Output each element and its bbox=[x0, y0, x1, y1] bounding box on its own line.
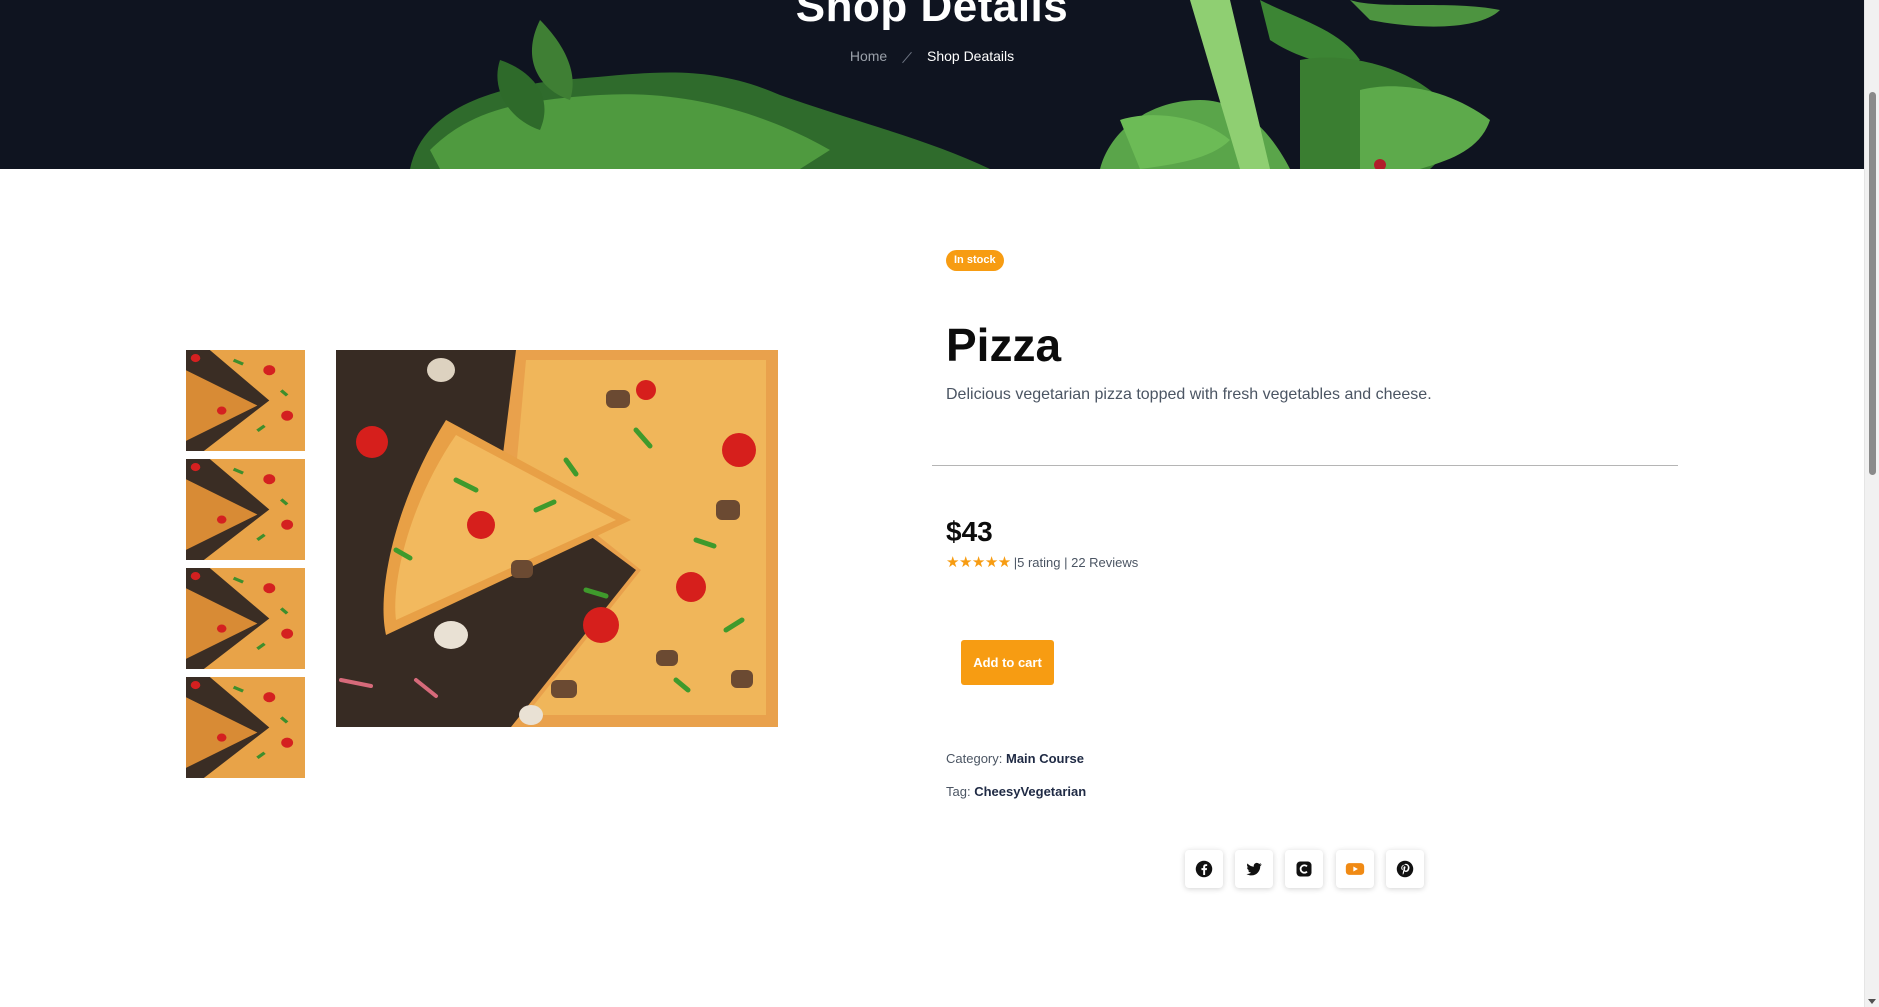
twitter-icon bbox=[1246, 862, 1262, 876]
gallery-thumbnail-2[interactable] bbox=[186, 459, 305, 560]
pinterest-icon bbox=[1396, 860, 1414, 878]
scrollbar-thumb[interactable] bbox=[1869, 92, 1876, 475]
category-row: Category: Main Course bbox=[946, 751, 1084, 766]
product-price: $43 bbox=[946, 516, 993, 547]
rating-row: ★★★★★ |5 rating | 22 Reviews bbox=[946, 553, 1138, 571]
gallery-thumbnail-3[interactable] bbox=[186, 568, 305, 669]
instagram-button[interactable] bbox=[1285, 850, 1323, 888]
page-scrollbar[interactable] bbox=[1864, 0, 1879, 1007]
pizza-thumb-image bbox=[186, 677, 305, 778]
facebook-button[interactable] bbox=[1185, 850, 1223, 888]
add-to-cart-button[interactable]: Add to cart bbox=[961, 640, 1054, 685]
twitter-button[interactable] bbox=[1235, 850, 1273, 888]
tag-row: Tag: CheesyVegetarian bbox=[946, 784, 1086, 799]
pizza-thumb-image bbox=[186, 568, 305, 669]
breadcrumb: Home Shop Deatails bbox=[0, 48, 1864, 64]
star-rating-icons: ★★★★★ bbox=[946, 554, 1011, 571]
page-title: Shop Details bbox=[795, 0, 1069, 31]
scroll-down-arrow-icon[interactable] bbox=[1868, 999, 1876, 1004]
youtube-button[interactable] bbox=[1336, 850, 1374, 888]
product-main-image[interactable] bbox=[336, 350, 778, 727]
pinterest-button[interactable] bbox=[1386, 850, 1424, 888]
instagram-icon bbox=[1296, 861, 1312, 877]
gallery-thumbnail-4[interactable] bbox=[186, 677, 305, 778]
facebook-icon bbox=[1195, 860, 1213, 878]
product-title: Pizza bbox=[946, 319, 1062, 371]
divider bbox=[932, 465, 1678, 466]
category-label: Category: bbox=[946, 751, 1003, 766]
pizza-thumb-image bbox=[186, 459, 305, 560]
tag-label: Tag: bbox=[946, 784, 971, 799]
product-description: Delicious vegetarian pizza topped with f… bbox=[946, 386, 1432, 403]
rating-text: |5 rating | 22 Reviews bbox=[1013, 554, 1139, 570]
breadcrumb-separator bbox=[902, 51, 912, 63]
stock-badge: In stock bbox=[946, 250, 1004, 271]
breadcrumb-current: Shop Deatails bbox=[926, 48, 1015, 64]
tag-link[interactable]: CheesyVegetarian bbox=[974, 784, 1086, 799]
category-link[interactable]: Main Course bbox=[1006, 751, 1084, 766]
gallery-thumbnail-1[interactable] bbox=[186, 350, 305, 451]
pizza-photo bbox=[336, 350, 778, 727]
breadcrumb-home-link[interactable]: Home bbox=[850, 48, 887, 64]
youtube-icon bbox=[1345, 863, 1365, 875]
pizza-thumb-image bbox=[186, 350, 305, 451]
hero-banner: Shop Details Home Shop Deatails bbox=[0, 0, 1864, 169]
